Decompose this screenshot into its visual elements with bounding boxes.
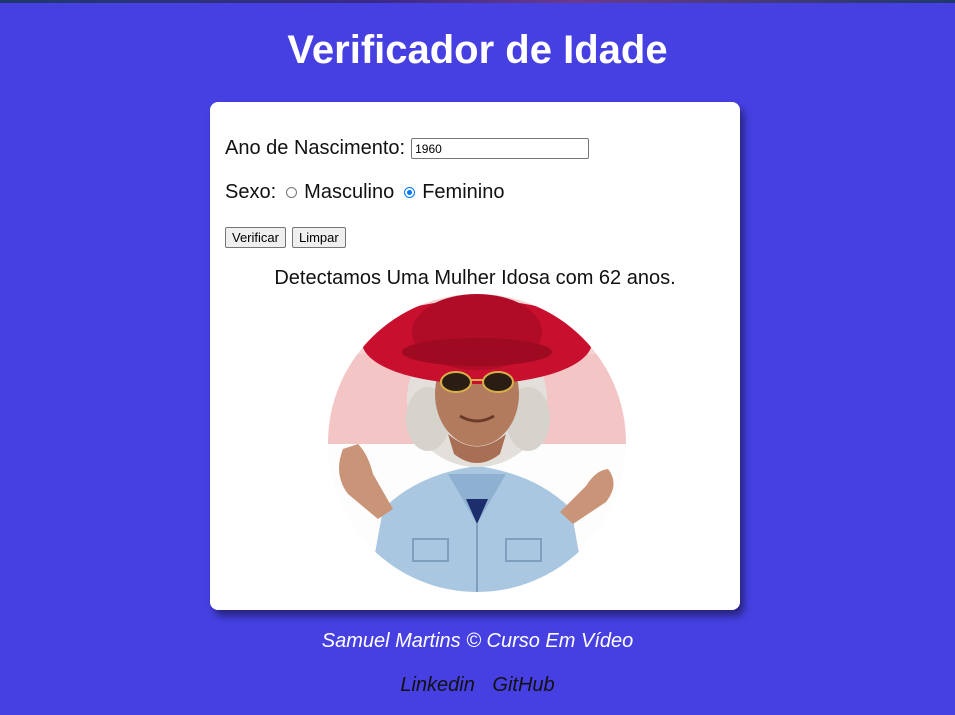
elderly-woman-image — [328, 294, 626, 592]
radio-feminino[interactable] — [404, 187, 416, 198]
footer-credit: Samuel Martins © Curso Em Vídeo — [321, 630, 634, 652]
radio-feminino-label[interactable]: Feminino — [422, 181, 504, 204]
ano-row: Ano de Nascimento: — [225, 137, 590, 160]
page-title: Verificador de Idade — [287, 28, 668, 72]
footer-links: Linkedin GitHub — [0, 674, 955, 697]
radio-masculino-label[interactable]: Masculino — [304, 181, 394, 204]
form-card: Ano de Nascimento: Sexo: Masculino Femin… — [210, 102, 740, 610]
verificar-button[interactable]: Verificar — [225, 227, 286, 248]
result-text: Detectamos Uma Mulher Idosa com 62 anos. — [274, 267, 676, 289]
radio-masculino[interactable] — [286, 187, 298, 198]
linkedin-link[interactable]: Linkedin — [400, 674, 475, 696]
button-row: Verificar Limpar — [225, 227, 346, 248]
github-link[interactable]: GitHub — [492, 674, 554, 696]
ano-label: Ano de Nascimento: — [225, 137, 406, 159]
limpar-button[interactable]: Limpar — [291, 227, 346, 248]
top-strip — [0, 0, 955, 3]
sexo-row: Sexo: Masculino Feminino — [225, 181, 504, 204]
sexo-label: Sexo: — [225, 181, 277, 203]
ano-nascimento-input[interactable] — [411, 138, 590, 159]
result-photo — [328, 294, 626, 592]
